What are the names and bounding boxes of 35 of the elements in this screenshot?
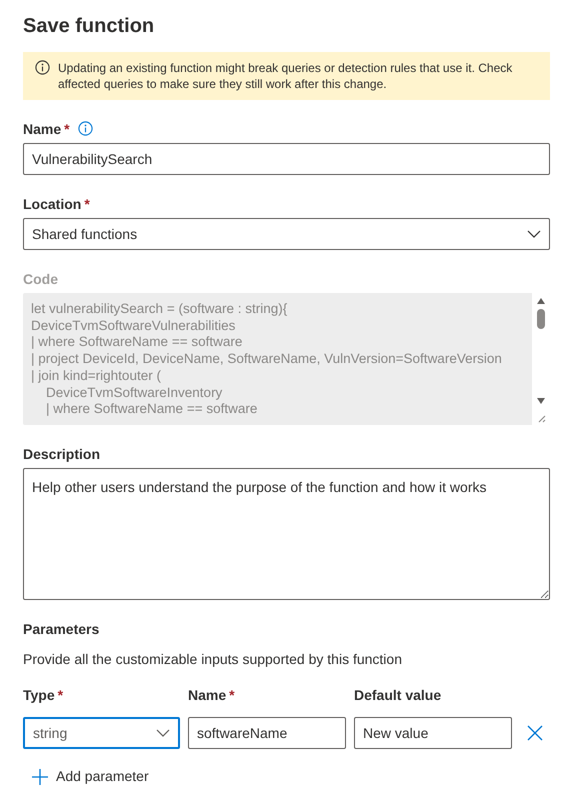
code-line: DeviceTvmSoftwareInventory [45,384,222,402]
field-label: Name [23,120,62,138]
field-label: Default value [354,686,442,704]
parameter-name-input[interactable]: softwareName [188,717,346,749]
field-label: Type [23,686,55,704]
required-asterisk: * [58,686,64,704]
required-asterisk: * [229,686,235,704]
info-icon [35,60,50,75]
close-icon[interactable] [527,725,543,741]
required-asterisk: * [84,195,90,213]
parameters-hint: Provide all the customizable inputs supported by this function [23,650,403,669]
name-input[interactable]: VulnerabilitySearch [23,143,550,175]
field-label: Parameters [23,620,100,638]
code-line: | join kind=rightouter ( [31,368,161,385]
field-label: Code [23,270,58,288]
type-dropdown[interactable]: string [23,717,180,749]
code-line: DeviceTvmSoftwareVulnerabilities [31,318,236,334]
code-line: | where SoftwareName == software [31,334,242,352]
code-line: | project DeviceId, DeviceName, SoftwareName, VulnVersion=SoftwareVersion [31,351,502,368]
required-asterisk: * [64,120,70,138]
dialog-title: Save function [23,14,156,38]
code-line: let vulnerabilitySearch = (software : string){ [31,301,288,318]
default-value-input[interactable]: New value [354,717,512,749]
add-parameter-button[interactable]: Add parameter [31,765,150,788]
warning-text: Updating an existing function might break queries or detection rules that use it. Check affected queries to make sure they still work after this change. [58,60,514,92]
chevron-down-icon [156,729,170,737]
chevron-down-icon [527,230,541,238]
field-label: Name [188,686,226,704]
description-textarea[interactable]: Help other users understand the purpose of the function and how it works [23,468,550,600]
location-dropdown[interactable]: Shared functions [23,218,550,250]
field-label: Description [23,445,100,463]
code-line: | where SoftwareName == software [45,401,258,418]
field-label: Location [23,195,82,213]
info-icon [78,121,93,136]
plus-icon [32,768,48,784]
